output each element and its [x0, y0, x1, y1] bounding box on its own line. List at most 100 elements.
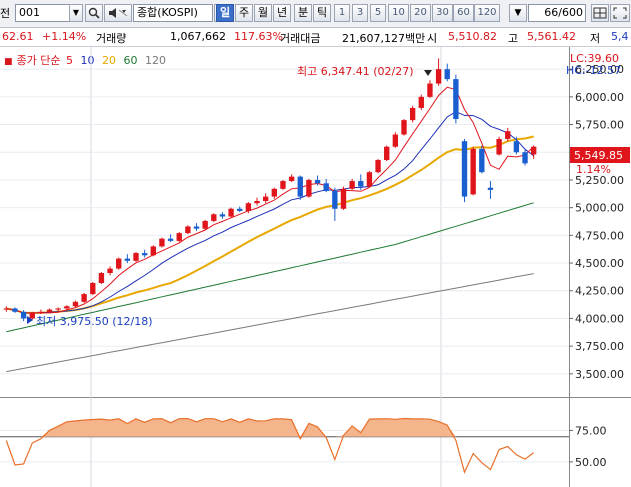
- candle-body: [375, 160, 381, 173]
- open-label: 시: [427, 32, 438, 45]
- y-tick-label: 4,250.00: [575, 285, 624, 298]
- low-label: 저: [590, 32, 601, 45]
- candle-body: [409, 107, 416, 121]
- candle-body: [487, 187, 494, 190]
- current-price-label: 5,549.85: [574, 149, 623, 162]
- candle-body: [435, 69, 442, 84]
- candle-body: [314, 179, 321, 184]
- candle-count-total: /600: [558, 6, 583, 19]
- candle-body: [522, 152, 528, 164]
- amount-value: 21,607,127백만: [342, 32, 426, 45]
- price-axis: 6,250.00 6,000.00 5,750.00 5,500.00 5,250.00…: [569, 63, 624, 381]
- y-tick-label: 3,500.00: [575, 368, 624, 381]
- volume-ratio: 117.63%: [234, 30, 283, 43]
- candle-body: [323, 183, 329, 192]
- candle-body: [479, 148, 485, 173]
- chart-annotations: LC:39.60 HC:-12.57 최고 6,347.41 (02/27) 최…: [27, 52, 630, 328]
- candle-body: [72, 301, 79, 307]
- code-dropdown-icon[interactable]: ▼: [69, 4, 83, 22]
- candle-body: [193, 226, 200, 229]
- y-tick-label: 5,250.00: [575, 174, 624, 187]
- period-year-tab[interactable]: 년: [273, 4, 291, 22]
- legend-ma-120: 120: [145, 54, 166, 67]
- candle-body: [90, 282, 96, 295]
- candle-body: [55, 308, 61, 310]
- candle-body: [98, 273, 105, 283]
- stock-name-field: 종합(KOSPI): [133, 4, 213, 22]
- ma-legend: ■ 종가 단순 5 10 20 60 120: [4, 52, 170, 68]
- amount-label: 거래대금: [280, 32, 321, 45]
- candle-body: [211, 214, 217, 221]
- ma-10-line: [6, 111, 535, 314]
- candles: [3, 58, 537, 322]
- interval-20-button[interactable]: 20: [410, 4, 431, 22]
- speaker-icon[interactable]: [104, 4, 132, 22]
- candle-body: [12, 308, 18, 312]
- interval-5-button[interactable]: 5: [370, 4, 386, 22]
- candle-body: [366, 172, 373, 187]
- ma-60-line: [6, 202, 534, 333]
- interval-30-button[interactable]: 30: [432, 4, 453, 22]
- chart-toolbar: 전 001 ▼ 종합(KOSPI) ▶ 일 주 월 년 분 틱 1 3 5 10…: [0, 0, 631, 28]
- candle-body: [358, 181, 364, 187]
- current-price: 62.61: [2, 30, 34, 43]
- interval-60-button[interactable]: 60: [453, 4, 474, 22]
- y-tick-label: 5,000.00: [575, 202, 624, 215]
- interval-1-button[interactable]: 1: [334, 4, 350, 22]
- ma-5-line: [6, 86, 535, 314]
- period-month-tab[interactable]: 월: [254, 4, 272, 22]
- candle-body: [228, 208, 234, 217]
- candle-body: [219, 214, 226, 217]
- candle-body: [133, 253, 139, 261]
- quote-info-bar: 62.61 +1.14% 거래량 1,067,662 117.63% 거래대금 …: [0, 28, 631, 47]
- period-week-tab[interactable]: 주: [235, 4, 253, 22]
- candle-body: [280, 181, 286, 189]
- candle-body: [332, 191, 338, 209]
- search-icon[interactable]: [85, 4, 103, 22]
- candle-body: [185, 226, 191, 234]
- candle-body: [124, 258, 131, 261]
- y-tick-label: 6,250.00: [575, 63, 624, 76]
- interval-3-button[interactable]: 3: [352, 4, 368, 22]
- y-tick-label: 4,000.00: [575, 312, 624, 325]
- candle-body: [167, 238, 174, 241]
- high-value: 5,561.42: [527, 30, 576, 43]
- legend-ma-20: 20: [102, 54, 116, 67]
- candle-body: [3, 308, 10, 310]
- max-annotation: 최고 6,347.41 (02/27): [297, 65, 414, 78]
- y-tick-label: 4,750.00: [575, 229, 624, 242]
- low-value: 5,4: [611, 30, 629, 43]
- period-tick-tab[interactable]: 틱: [313, 4, 331, 22]
- indicator-pane: 75.00 50.00: [0, 417, 607, 474]
- min-arrow-icon: [27, 316, 33, 324]
- candle-body: [288, 176, 295, 182]
- candle-body: [444, 69, 450, 80]
- candle-body: [530, 146, 537, 155]
- grid-icon[interactable]: [591, 4, 609, 22]
- candle-body: [496, 138, 502, 155]
- interval-10-button[interactable]: 10: [388, 4, 409, 22]
- interval-120-button[interactable]: 120: [474, 4, 500, 22]
- candle-count-input[interactable]: 66/600: [528, 4, 586, 22]
- candle-body: [245, 203, 252, 211]
- candle-body: [349, 181, 355, 189]
- candle-count-value: 66: [544, 6, 559, 19]
- candle-body: [20, 311, 27, 319]
- candle-body: [271, 188, 278, 197]
- candle-body: [38, 311, 44, 313]
- period-minute-tab[interactable]: 분: [294, 4, 312, 22]
- period-day-tab[interactable]: 일: [216, 4, 234, 22]
- y-tick-label: 5,500.00: [575, 146, 624, 159]
- candle-body: [141, 253, 148, 256]
- candle-body: [159, 238, 165, 247]
- candle-body: [384, 146, 390, 161]
- moving-average-lines: [6, 86, 535, 373]
- legend-ma-60: 60: [123, 54, 138, 67]
- y-tick-label: 4,500.00: [575, 257, 624, 270]
- candle-body: [107, 268, 113, 274]
- candle-body: [46, 309, 53, 312]
- max-arrow-icon: [424, 70, 432, 76]
- ma-120-line: [6, 273, 534, 373]
- fit-icon[interactable]: [610, 4, 630, 22]
- chevron-down-icon[interactable]: ▼: [509, 4, 527, 22]
